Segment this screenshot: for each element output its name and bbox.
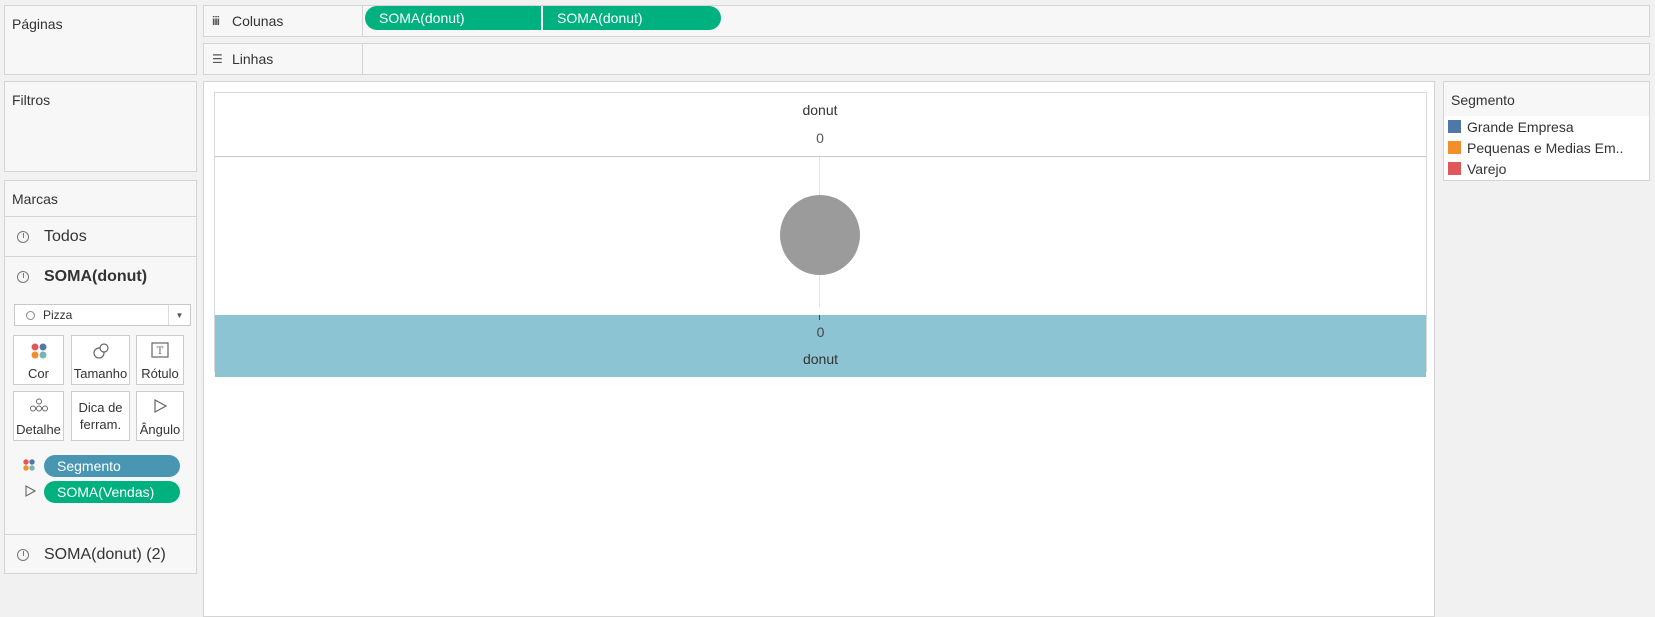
legend-swatch xyxy=(1448,162,1461,175)
viz-area[interactable]: donut 0 0 donut xyxy=(203,81,1435,617)
marks-all-label: Todos xyxy=(44,227,87,245)
pages-panel[interactable]: Páginas xyxy=(4,5,197,75)
pie-icon xyxy=(17,230,29,243)
legend-swatch xyxy=(1448,120,1461,133)
marks-title: Marcas xyxy=(12,191,58,207)
detail-icon xyxy=(14,398,63,412)
marks-card: Marcas Todos SOMA(donut) Pizza ▼ Cor Tam… xyxy=(4,180,197,574)
segment-pill[interactable]: Segmento xyxy=(44,455,180,477)
color-dots-icon xyxy=(14,342,63,360)
chevron-down-icon: ▼ xyxy=(168,305,190,325)
legend-item-label: Varejo xyxy=(1467,160,1507,177)
top-column-header: donut xyxy=(802,102,838,118)
angle-icon xyxy=(24,484,37,502)
columns-shelf[interactable]: iii Colunas SOMA(donut) SOMA(donut) xyxy=(203,5,1650,37)
rows-label: Linhas xyxy=(232,51,274,67)
color-legend[interactable]: Segmento Grande Empresa Pequenas e Media… xyxy=(1443,81,1650,181)
mark-type-value: Pizza xyxy=(43,308,73,322)
text-label-icon: T xyxy=(137,342,183,358)
columns-pill-2[interactable]: SOMA(donut) xyxy=(543,6,721,30)
detail-button[interactable]: Detalhe xyxy=(13,391,64,441)
legend-title: Segmento xyxy=(1451,92,1515,108)
pie-icon xyxy=(17,270,29,283)
legend-swatch xyxy=(1448,141,1461,154)
label-button-label: Rótulo xyxy=(141,366,179,381)
sales-pill-label: SOMA(Vendas) xyxy=(57,484,155,500)
marks-all-row[interactable]: Todos xyxy=(5,216,196,256)
segment-pill-label: Segmento xyxy=(57,458,121,474)
label-button[interactable]: T Rótulo xyxy=(136,335,184,385)
color-button[interactable]: Cor xyxy=(13,335,64,385)
filters-panel[interactable]: Filtros xyxy=(4,81,197,172)
bottom-column-header: donut xyxy=(802,351,839,367)
size-button[interactable]: Tamanho xyxy=(71,335,130,385)
angle-icon xyxy=(137,398,183,414)
marks-layer2-row[interactable]: SOMA(donut) (2) xyxy=(5,534,196,574)
marks-layer1-row[interactable]: SOMA(donut) xyxy=(5,256,196,296)
size-button-label: Tamanho xyxy=(73,366,128,381)
rows-shelf[interactable]: ☰ Linhas xyxy=(203,43,1650,75)
pie-icon xyxy=(17,548,29,561)
legend-item[interactable]: Pequenas e Medias Em.. xyxy=(1444,137,1649,158)
top-axis-tick: 0 xyxy=(816,130,824,146)
tooltip-button-label-2: ferram. xyxy=(79,417,122,432)
angle-button-label: Ângulo xyxy=(139,422,181,437)
tooltip-button-label-1: Dica de xyxy=(78,400,123,415)
bottom-axis-tickmark xyxy=(819,315,820,320)
pie-icon xyxy=(26,310,35,320)
top-axis-line xyxy=(215,156,1426,157)
columns-label: Colunas xyxy=(232,13,284,29)
pages-title: Páginas xyxy=(12,16,63,32)
rows-icon: ☰ xyxy=(212,52,223,66)
svg-text:T: T xyxy=(157,346,164,357)
color-button-label: Cor xyxy=(28,366,49,381)
marks-layer2-label: SOMA(donut) (2) xyxy=(44,545,166,563)
legend-item[interactable]: Varejo xyxy=(1444,158,1649,179)
legend-item-label: Grande Empresa xyxy=(1467,118,1574,135)
sales-pill[interactable]: SOMA(Vendas) xyxy=(44,481,180,503)
pie-mark[interactable] xyxy=(780,195,860,275)
bottom-axis-tick: 0 xyxy=(816,324,825,340)
columns-pill-1[interactable]: SOMA(donut) xyxy=(365,6,541,30)
rows-shelf-header: ☰ Linhas xyxy=(204,44,363,74)
legend-item[interactable]: Grande Empresa xyxy=(1444,116,1649,137)
columns-pill-2-label: SOMA(donut) xyxy=(557,10,643,26)
columns-icon: iii xyxy=(212,14,220,28)
legend-item-label: Pequenas e Medias Em.. xyxy=(1467,139,1624,156)
marks-layer1-label: SOMA(donut) xyxy=(44,267,148,285)
size-icon xyxy=(72,342,129,360)
columns-pill-1-label: SOMA(donut) xyxy=(379,10,465,26)
bottom-axis-band: 0 donut xyxy=(215,315,1426,377)
angle-button[interactable]: Ângulo xyxy=(136,391,184,441)
mark-type-dropdown[interactable]: Pizza ▼ xyxy=(14,304,191,326)
color-dots-icon xyxy=(22,458,36,477)
tooltip-button[interactable]: Dica de ferram. xyxy=(71,391,130,441)
filters-title: Filtros xyxy=(12,92,51,108)
legend-list: Grande Empresa Pequenas e Medias Em.. Va… xyxy=(1444,116,1649,180)
columns-shelf-header: iii Colunas xyxy=(204,6,363,36)
detail-button-label: Detalhe xyxy=(16,422,61,437)
